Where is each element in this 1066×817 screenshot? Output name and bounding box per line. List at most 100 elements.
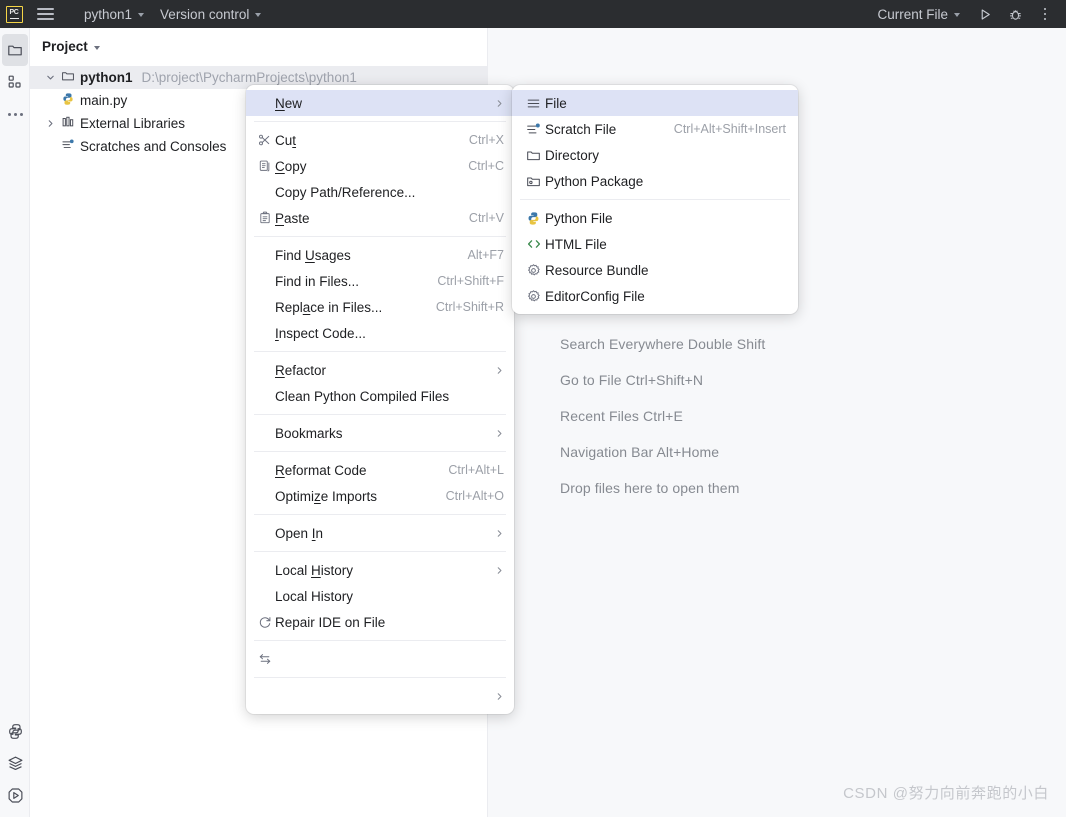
- menu-separator: [254, 351, 506, 352]
- paste-icon: [254, 211, 275, 225]
- menu-item-shortcut: Ctrl+Alt+L: [448, 463, 504, 477]
- debug-icon[interactable]: [1002, 1, 1028, 27]
- scissors-icon: [254, 133, 275, 147]
- menu-item-label: Copy: [275, 158, 307, 174]
- run-configuration-label: Current File: [877, 6, 948, 22]
- menu-item-find-usages[interactable]: Find Usages Alt+F7: [246, 242, 514, 268]
- submenu-item-label: Scratch File: [545, 121, 617, 137]
- chevron-right-icon: [495, 366, 504, 375]
- menu-item-refactor[interactable]: Refactor: [246, 357, 514, 383]
- menu-item-label: Cut: [275, 132, 297, 148]
- hint-drop-files: Drop files here to open them: [560, 480, 740, 496]
- database-icon[interactable]: [0, 747, 30, 779]
- submenu-item-resource-bundle[interactable]: Resource Bundle: [512, 257, 798, 283]
- chevron-down-icon: [255, 13, 262, 17]
- menu-item-open-in[interactable]: Open In: [246, 520, 514, 546]
- menu-item-reload-from-disk[interactable]: Repair IDE on File: [246, 609, 514, 635]
- menu-item-reformat-code[interactable]: Reformat Code Ctrl+Alt+L: [246, 457, 514, 483]
- submenu-item-label: Directory: [545, 147, 600, 163]
- html-file-icon: [522, 236, 545, 252]
- menu-item-optimize-imports[interactable]: Optimize Imports Ctrl+Alt+O: [246, 483, 514, 509]
- chevron-right-icon: [495, 566, 504, 575]
- gear-icon: [522, 263, 545, 278]
- menu-item-new[interactable]: New: [246, 90, 514, 116]
- python-console-icon[interactable]: [0, 715, 30, 747]
- submenu-item-label: Resource Bundle: [545, 262, 649, 278]
- more-vertical-icon[interactable]: [1032, 1, 1058, 27]
- submenu-item-editorconfig-file[interactable]: EditorConfig File: [512, 283, 798, 309]
- chevron-right-icon: [495, 529, 504, 538]
- chevron-down-icon[interactable]: [44, 73, 56, 82]
- context-menu: New Cut Ctrl+X Copy Ctrl+C Copy Path/Ref…: [246, 85, 514, 714]
- menu-separator: [254, 121, 506, 122]
- submenu-item-scratch-file[interactable]: Scratch File Ctrl+Alt+Shift+Insert: [512, 116, 798, 142]
- hamburger-icon[interactable]: [28, 0, 62, 28]
- submenu-item-html-file[interactable]: HTML File: [512, 231, 798, 257]
- python-file-icon: [522, 211, 545, 226]
- run-tool-icon[interactable]: [0, 779, 30, 811]
- gear-icon: [522, 289, 545, 304]
- submenu-separator: [520, 199, 790, 200]
- menu-item-local-history[interactable]: Local History: [246, 557, 514, 583]
- submenu-item-directory[interactable]: Directory: [512, 142, 798, 168]
- menu-item-copy[interactable]: Copy Ctrl+C: [246, 153, 514, 179]
- hint-navigation-bar: Navigation Bar Alt+Home: [560, 444, 720, 460]
- submenu-item-shortcut: Ctrl+Alt+Shift+Insert: [673, 122, 786, 136]
- submenu-item-file[interactable]: File: [512, 90, 798, 116]
- project-panel-header[interactable]: Project: [30, 28, 487, 64]
- new-submenu: File Scratch File Ctrl+Alt+Shift+Insert: [512, 85, 798, 314]
- menu-item-cut[interactable]: Cut Ctrl+X: [246, 127, 514, 153]
- submenu-item-python-package[interactable]: Python Package: [512, 168, 798, 194]
- compare-icon: [254, 652, 275, 666]
- menu-item-copy-path-reference[interactable]: Copy Path/Reference...: [246, 179, 514, 205]
- menu-item-label: Find in Files...: [275, 273, 360, 289]
- chevron-down-icon: [138, 13, 145, 17]
- menu-item-label: Reformat Code: [275, 462, 367, 478]
- menu-item-shortcut: Ctrl+V: [468, 211, 504, 225]
- chevron-right-icon[interactable]: [44, 119, 56, 128]
- run-icon[interactable]: [972, 1, 998, 27]
- project-selector-label: python1: [84, 6, 133, 22]
- menu-item-label: Open In: [275, 525, 324, 541]
- menu-item-label: Paste: [275, 210, 310, 226]
- menu-item-label: Replace in Files...: [275, 299, 383, 315]
- scratch-icon: [61, 138, 75, 155]
- menu-item-label: Find Usages: [275, 247, 351, 263]
- hint-search-everywhere: Search Everywhere Double Shift: [560, 336, 766, 352]
- project-selector[interactable]: python1: [76, 3, 152, 25]
- menu-item-replace-in-files[interactable]: Replace in Files... Ctrl+Shift+R: [246, 294, 514, 320]
- menu-item-shortcut: Ctrl+Shift+F: [437, 274, 504, 288]
- menu-item-label: Inspect Code...: [275, 325, 366, 341]
- menu-item-label: Local History: [275, 588, 354, 604]
- project-tool-icon[interactable]: [2, 34, 28, 66]
- menu-item-label: New: [275, 95, 303, 111]
- library-icon: [61, 115, 75, 132]
- menu-item-shortcut: Ctrl+Shift+R: [435, 300, 504, 314]
- submenu-item-python-file[interactable]: Python File: [512, 205, 798, 231]
- menu-item-shortcut: Ctrl+Alt+O: [445, 489, 504, 503]
- menu-item-label: Local History: [275, 562, 354, 578]
- more-tools-icon[interactable]: [0, 98, 30, 130]
- chevron-right-icon: [495, 692, 504, 701]
- menu-item-find-in-files[interactable]: Find in Files... Ctrl+Shift+F: [246, 268, 514, 294]
- version-control-label: Version control: [160, 6, 250, 22]
- menu-item-compare-with[interactable]: [246, 646, 514, 672]
- folder-icon: [61, 69, 75, 86]
- menu-item-label: Clean Python Compiled Files: [275, 388, 450, 404]
- version-control-selector[interactable]: Version control: [152, 3, 269, 25]
- tree-node-path: D:\project\PycharmProjects\python1: [141, 70, 357, 85]
- menu-item-label: Refactor: [275, 362, 327, 378]
- menu-item-bookmarks[interactable]: Bookmarks: [246, 420, 514, 446]
- menu-item-mark-directory-as[interactable]: [246, 683, 514, 709]
- run-configuration-selector[interactable]: Current File: [869, 3, 968, 25]
- structure-tool-icon[interactable]: [0, 66, 30, 98]
- menu-item-paste[interactable]: Paste Ctrl+V: [246, 205, 514, 231]
- menu-item-clean-python-compiled-files[interactable]: Clean Python Compiled Files: [246, 383, 514, 409]
- copy-icon: [254, 159, 275, 173]
- menu-separator: [254, 677, 506, 678]
- chevron-right-icon: [495, 99, 504, 108]
- chevron-down-icon: [954, 13, 960, 17]
- tree-node-label: External Libraries: [80, 116, 186, 131]
- menu-item-repair-ide-on-file[interactable]: Local History: [246, 583, 514, 609]
- menu-item-inspect-code[interactable]: Inspect Code...: [246, 320, 514, 346]
